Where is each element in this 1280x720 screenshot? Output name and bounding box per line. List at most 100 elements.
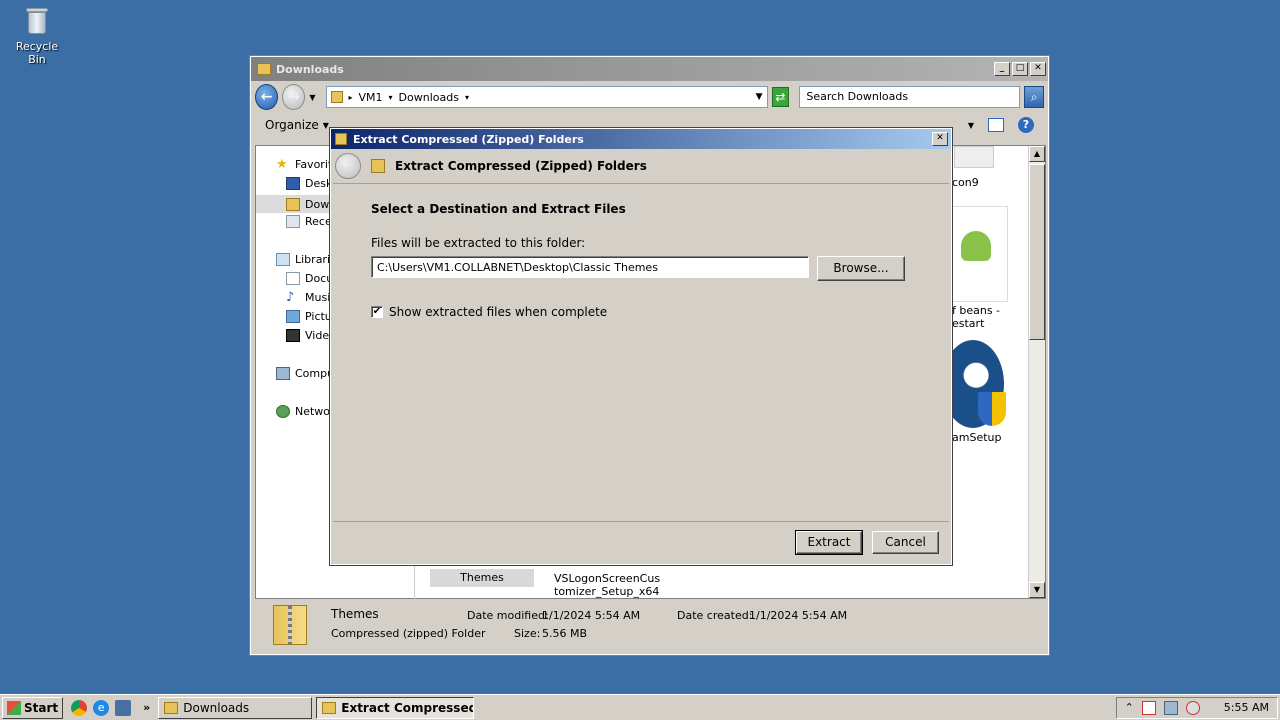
quick-launch: e » (71, 699, 150, 716)
chevron-right-icon[interactable]: ▸ (349, 93, 353, 102)
folder-icon (164, 701, 179, 714)
file-label[interactable]: estart (952, 317, 984, 330)
nav-network[interactable]: Networ (276, 405, 335, 418)
close-button[interactable]: ✕ (1030, 62, 1046, 76)
show-files-checkbox[interactable]: ✔ Show extracted files when complete (371, 305, 607, 319)
file-label[interactable]: f beans - (952, 304, 1000, 317)
cancel-button[interactable]: Cancel (872, 531, 939, 554)
file-label[interactable]: tomizer_Setup_x64 (554, 585, 659, 598)
nav-favorites[interactable]: ★ Favorit (276, 158, 332, 171)
chevron-down-icon[interactable]: ▼ (323, 121, 329, 130)
file-label[interactable]: VSLogonScreenCus (554, 572, 660, 585)
dialog-titlebar[interactable]: Extract Compressed (Zipped) Folders ✕ (331, 129, 951, 149)
android-icon (961, 231, 991, 261)
zip-folder-icon (335, 133, 347, 145)
nav-videos[interactable]: Videc (286, 329, 335, 342)
scroll-up-button[interactable]: ▲ (1029, 146, 1045, 162)
libraries-icon (276, 253, 290, 266)
search-input[interactable]: Search Downloads (799, 86, 1021, 108)
volume-icon[interactable] (1185, 700, 1200, 715)
dialog-title: Extract Compressed (Zipped) Folders (353, 132, 584, 146)
show-desktop-icon[interactable] (115, 699, 132, 716)
zip-folder-icon (371, 159, 385, 173)
address-dropdown-icon[interactable]: ▼ (756, 92, 763, 102)
file-item-themes[interactable]: Themes (430, 569, 534, 587)
internet-explorer-icon[interactable]: e (93, 699, 110, 716)
details-created-label: Date created: (677, 609, 753, 622)
maximize-button[interactable]: □ (1012, 62, 1028, 76)
nav-pictures[interactable]: Pictur (286, 310, 336, 323)
address-bar[interactable]: ▸ VM1 ▾ Downloads ▾ ▼ (325, 86, 768, 108)
scroll-thumb[interactable] (1029, 164, 1045, 340)
refresh-button[interactable]: ⇄ (771, 87, 790, 107)
view-dropdown-icon[interactable]: ▼ (968, 121, 974, 130)
taskbar-downloads[interactable]: Downloads (158, 696, 313, 719)
chevron-down-icon[interactable]: ▾ (465, 93, 469, 102)
details-name: Themes (331, 607, 379, 621)
column-header[interactable] (954, 146, 994, 168)
breadcrumb-downloads[interactable]: Downloads (399, 91, 459, 104)
nav-libraries[interactable]: Librarie (276, 253, 337, 266)
dialog-body: Select a Destination and Extract Files F… (333, 183, 949, 522)
zip-folder-icon (273, 605, 307, 645)
nav-music[interactable]: ♪ Music (286, 291, 336, 304)
recycle-bin-desktop-icon[interactable]: Recycle Bin (6, 6, 68, 66)
details-size-value: 5.56 MB (542, 627, 588, 640)
search-icon[interactable]: ⌕ (1024, 86, 1045, 108)
chevron-down-icon[interactable]: ▾ (389, 93, 393, 102)
browse-button[interactable]: Browse... (817, 256, 905, 281)
dialog-close-button[interactable]: ✕ (932, 132, 948, 146)
windows-logo-icon (7, 700, 21, 715)
file-label[interactable]: con9 (952, 176, 979, 189)
extract-button[interactable]: Extract (795, 530, 863, 555)
back-button[interactable]: ← (255, 84, 279, 110)
recycle-bin-icon (23, 6, 51, 36)
extract-dialog: Extract Compressed (Zipped) Folders ✕ ← … (329, 127, 953, 566)
scroll-down-button[interactable]: ▼ (1029, 582, 1045, 598)
pictures-icon (286, 310, 300, 323)
music-icon: ♪ (286, 291, 295, 304)
chevron-right-icon[interactable]: » (143, 701, 150, 714)
recycle-bin-label: Recycle Bin (15, 40, 59, 66)
minimize-button[interactable]: _ (994, 62, 1010, 76)
dialog-back-button[interactable]: ← (335, 153, 361, 179)
destination-label: Files will be extracted to this folder: (371, 236, 586, 250)
show-hidden-icons-icon[interactable]: ⌃ (1125, 701, 1134, 714)
dialog-header: Extract Compressed (Zipped) Folders (395, 159, 647, 173)
clock[interactable]: 5:55 AM (1224, 701, 1269, 714)
chrome-icon[interactable] (71, 699, 88, 716)
nav-recent[interactable]: Rece (286, 215, 332, 228)
divider (414, 564, 415, 600)
help-icon[interactable]: ? (1018, 117, 1034, 133)
details-type: Compressed (zipped) Folder (331, 627, 486, 640)
vertical-scrollbar[interactable]: ▲ ▼ (1028, 146, 1045, 598)
folder-icon (257, 63, 271, 75)
organize-menu[interactable]: Organize (265, 118, 319, 132)
checkbox-checked-icon[interactable]: ✔ (371, 306, 383, 318)
uac-shield-icon (978, 392, 1006, 426)
show-files-label: Show extracted files when complete (389, 305, 608, 319)
explorer-title: Downloads (276, 62, 344, 76)
destination-path-input[interactable] (371, 256, 809, 278)
star-icon: ★ (276, 158, 288, 171)
start-button[interactable]: Start (2, 696, 64, 719)
taskbar-extract-dialog[interactable]: Extract Compressed (... (316, 696, 475, 719)
details-modified-value: 1/1/2024 5:54 AM (542, 609, 641, 622)
downloads-folder-icon (286, 197, 300, 211)
file-label[interactable]: amSetup (952, 431, 1001, 444)
forward-button[interactable]: → (282, 84, 306, 110)
breadcrumb-vm1[interactable]: VM1 (359, 91, 383, 104)
section-title: Select a Destination and Extract Files (371, 202, 626, 216)
file-thumbnail[interactable] (946, 206, 1008, 302)
nav-computer[interactable]: Compu (276, 367, 334, 380)
details-size-label: Size: (514, 627, 541, 640)
taskbar: Start e » Downloads Extract Compressed (… (0, 694, 1280, 720)
explorer-titlebar[interactable]: Downloads _ □ ✕ (251, 57, 1048, 81)
network-tray-icon[interactable] (1163, 700, 1178, 715)
nav-documents[interactable]: Docu (286, 272, 333, 285)
desktop-icon (286, 177, 300, 190)
action-center-icon[interactable] (1141, 700, 1156, 715)
history-dropdown-icon[interactable]: ▼ (309, 93, 315, 102)
preview-pane-icon[interactable] (988, 118, 1004, 132)
recent-places-icon (286, 215, 300, 228)
